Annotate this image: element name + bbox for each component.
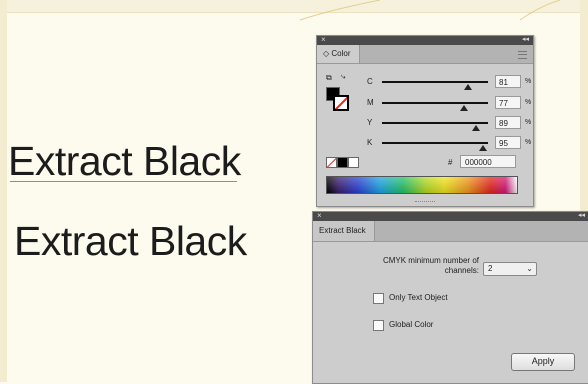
default-fill-stroke-icon[interactable]: ⧉ bbox=[326, 73, 332, 83]
none-swatch[interactable] bbox=[326, 157, 337, 168]
color-panel: × ◂◂ ◇ Color ⧉ ⤷ C 81 % M 77 % Y 89 % K … bbox=[316, 35, 534, 207]
extract-black-panel: × ◂◂ Extract Black CMYK minimum number o… bbox=[312, 211, 588, 384]
min-channels-value: 2 bbox=[488, 264, 493, 273]
apply-button[interactable]: Apply bbox=[511, 353, 575, 371]
tab-color[interactable]: ◇ Color bbox=[317, 45, 360, 63]
panel-title-bar[interactable]: × ◂◂ bbox=[313, 211, 588, 221]
tab-row: ◇ Color bbox=[317, 45, 533, 64]
channel-slider-track[interactable] bbox=[382, 102, 488, 104]
close-icon[interactable]: × bbox=[317, 211, 322, 220]
only-text-object-label: Only Text Object bbox=[389, 293, 448, 302]
swap-fill-stroke-icon[interactable]: ⤷ bbox=[341, 72, 345, 82]
channel-slider-thumb[interactable] bbox=[478, 145, 487, 151]
channel-slider-thumb[interactable] bbox=[463, 84, 472, 90]
panel-menu-icon[interactable] bbox=[518, 51, 527, 59]
channel-value-field[interactable]: 81 bbox=[495, 75, 521, 88]
channel-unit: % bbox=[525, 78, 532, 85]
channel-row-k: K 95 % bbox=[367, 135, 531, 153]
close-icon[interactable]: × bbox=[321, 35, 326, 44]
color-spectrum-bar[interactable] bbox=[326, 176, 518, 194]
panel-title-bar[interactable]: × ◂◂ bbox=[317, 35, 533, 45]
collapse-icon[interactable]: ◂◂ bbox=[578, 211, 585, 219]
channel-value-field[interactable]: 89 bbox=[495, 116, 521, 129]
heading-extract-black-1: Extract Black bbox=[8, 138, 241, 184]
tab-extract-black[interactable]: Extract Black bbox=[313, 221, 375, 241]
channel-unit: % bbox=[525, 119, 532, 126]
channel-unit: % bbox=[525, 139, 532, 146]
channel-slider-thumb[interactable] bbox=[472, 125, 481, 131]
black-swatch[interactable] bbox=[337, 157, 348, 168]
hex-color-field[interactable]: 000000 bbox=[460, 155, 516, 168]
channel-label: C bbox=[367, 77, 373, 86]
left-frame-band bbox=[0, 0, 7, 382]
quick-swatches bbox=[326, 157, 359, 168]
channel-value-field[interactable]: 77 bbox=[495, 96, 521, 109]
channel-label: M bbox=[367, 98, 374, 107]
channel-row-m: M 77 % bbox=[367, 95, 531, 113]
resize-grip[interactable] bbox=[415, 201, 435, 204]
heading-extract-black-2: Extract Black bbox=[14, 218, 247, 264]
collapse-icon[interactable]: ◂◂ bbox=[522, 35, 529, 43]
channel-unit: % bbox=[525, 99, 532, 106]
channel-slider-track[interactable] bbox=[382, 122, 488, 124]
global-color-checkbox[interactable] bbox=[373, 320, 384, 331]
channel-row-y: Y 89 % bbox=[367, 115, 531, 133]
chevron-down-icon: ⌄ bbox=[526, 264, 533, 273]
tab-row: Extract Black bbox=[313, 221, 588, 242]
decorative-lines bbox=[299, 0, 561, 21]
channel-label: Y bbox=[367, 118, 373, 127]
min-channels-select[interactable]: 2 ⌄ bbox=[483, 262, 537, 276]
channel-slider-thumb[interactable] bbox=[459, 105, 468, 111]
channel-slider-track[interactable] bbox=[382, 142, 488, 144]
white-swatch[interactable] bbox=[348, 157, 359, 168]
global-color-label: Global Color bbox=[389, 320, 434, 329]
channel-value-field[interactable]: 95 bbox=[495, 136, 521, 149]
channel-row-c: C 81 % bbox=[367, 74, 531, 92]
tab-color-label: Color bbox=[331, 49, 351, 58]
min-channels-label: CMYK minimum number of channels: bbox=[382, 256, 479, 275]
channel-label: K bbox=[367, 138, 373, 147]
only-text-object-checkbox[interactable] bbox=[373, 293, 384, 304]
hex-prefix: # bbox=[448, 158, 453, 167]
stroke-swatch[interactable] bbox=[333, 95, 349, 111]
channel-slider-track[interactable] bbox=[382, 81, 488, 83]
